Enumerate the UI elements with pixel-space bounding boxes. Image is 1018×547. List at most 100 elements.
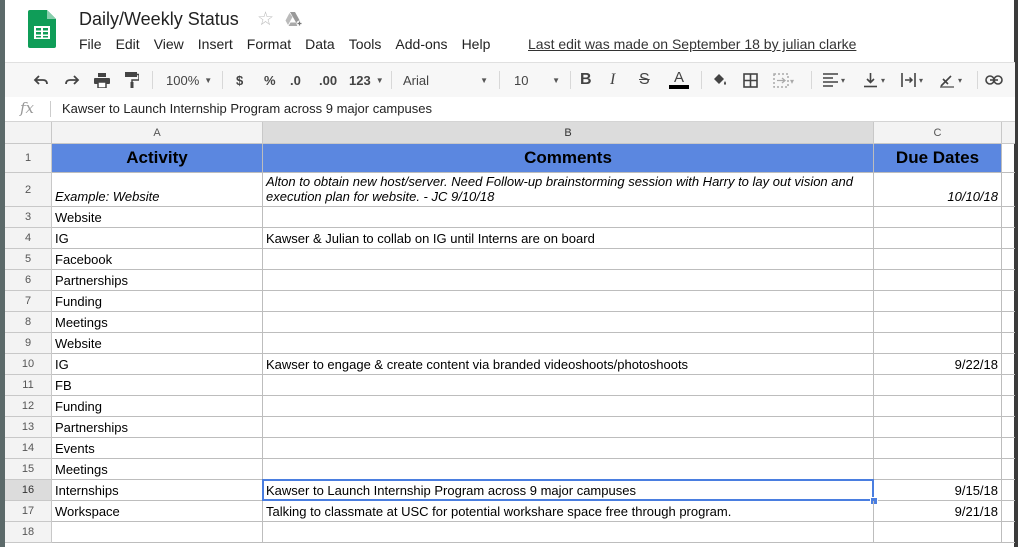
cell-b[interactable]: Kawser to engage & create content via br… (263, 354, 874, 375)
cell-c[interactable] (874, 522, 1002, 543)
cell-d[interactable] (1002, 291, 1015, 312)
cell-b[interactable] (263, 291, 874, 312)
menu-edit[interactable]: Edit (116, 36, 140, 54)
font-select[interactable]: Arial ▼ (403, 70, 488, 90)
cell-a[interactable]: Meetings (52, 312, 263, 333)
cell-c[interactable] (874, 417, 1002, 438)
cell-c[interactable]: 10/10/18 (874, 173, 1002, 207)
italic-icon[interactable]: I (610, 70, 615, 90)
cell-a[interactable]: Website (52, 333, 263, 354)
menu-format[interactable]: Format (247, 36, 291, 54)
cell-c[interactable] (874, 438, 1002, 459)
menu-data[interactable]: Data (305, 36, 335, 54)
decrease-decimal-button[interactable]: .0 (290, 70, 301, 90)
paint-format-icon[interactable] (125, 70, 139, 90)
cell-d[interactable] (1002, 173, 1015, 207)
header-cell-a[interactable]: Activity (52, 144, 263, 173)
text-color-icon[interactable]: A (669, 70, 689, 90)
cell-d[interactable] (1002, 501, 1015, 522)
header-cell-b[interactable]: Comments (263, 144, 874, 173)
redo-icon[interactable] (64, 70, 80, 90)
star-icon[interactable]: ☆ (257, 8, 274, 31)
zoom-select[interactable]: 100% ▼ (166, 70, 212, 90)
cell-b[interactable]: Talking to classmate at USC for potentia… (263, 501, 874, 522)
more-formats-button[interactable]: 123 ▼ (349, 70, 384, 90)
column-header-c[interactable]: C (874, 122, 1002, 144)
cell-a[interactable]: Partnerships (52, 270, 263, 291)
print-icon[interactable] (94, 70, 110, 90)
cell-d[interactable] (1002, 207, 1015, 228)
vertical-align-icon[interactable]: ▾ (863, 70, 889, 90)
increase-decimal-button[interactable]: .00 (319, 70, 337, 90)
cell-d[interactable] (1002, 522, 1015, 543)
row-header[interactable]: 6 (5, 270, 52, 291)
row-header[interactable]: 10 (5, 354, 52, 375)
cell-d[interactable] (1002, 438, 1015, 459)
cell-d[interactable] (1002, 249, 1015, 270)
cell-d[interactable] (1002, 312, 1015, 333)
row-header[interactable]: 2 (5, 173, 52, 207)
cell-b[interactable] (263, 249, 874, 270)
formula-input[interactable]: Kawser to Launch Internship Program acro… (62, 101, 432, 116)
currency-button[interactable]: $ (236, 70, 243, 90)
cell-a[interactable]: FB (52, 375, 263, 396)
strikethrough-icon[interactable]: S (639, 70, 650, 90)
cell-b[interactable] (263, 417, 874, 438)
cell-c[interactable] (874, 396, 1002, 417)
cell-c[interactable] (874, 249, 1002, 270)
column-header-b[interactable]: B (263, 122, 874, 144)
cell-a[interactable] (52, 522, 263, 543)
row-header[interactable]: 15 (5, 459, 52, 480)
percent-button[interactable]: % (264, 70, 276, 90)
cell-d[interactable] (1002, 333, 1015, 354)
cell-c[interactable]: 9/21/18 (874, 501, 1002, 522)
menu-tools[interactable]: Tools (349, 36, 382, 54)
cell-c[interactable] (874, 291, 1002, 312)
cell-d[interactable] (1002, 480, 1015, 501)
row-header[interactable]: 12 (5, 396, 52, 417)
cell-c[interactable] (874, 270, 1002, 291)
cell-d[interactable] (1002, 417, 1015, 438)
cell-a[interactable]: Funding (52, 291, 263, 312)
row-header[interactable]: 9 (5, 333, 52, 354)
horizontal-align-icon[interactable]: ▾ (823, 70, 849, 90)
text-wrap-icon[interactable]: ▾ (901, 70, 927, 90)
cell-a[interactable]: IG (52, 354, 263, 375)
text-rotation-icon[interactable]: ▾ (939, 70, 967, 90)
cell-b[interactable] (263, 375, 874, 396)
cell-d[interactable] (1002, 270, 1015, 291)
row-header[interactable]: 8 (5, 312, 52, 333)
cell-a[interactable]: Meetings (52, 459, 263, 480)
cell-d[interactable] (1002, 396, 1015, 417)
menu-help[interactable]: Help (462, 36, 491, 54)
cell-b[interactable] (263, 438, 874, 459)
cell-b[interactable] (263, 522, 874, 543)
cell-a[interactable]: Internships (52, 480, 263, 501)
cell-c[interactable] (874, 228, 1002, 249)
cell-a[interactable]: Partnerships (52, 417, 263, 438)
cell-b[interactable]: Kawser & Julian to collab on IG until In… (263, 228, 874, 249)
column-header-a[interactable]: A (52, 122, 263, 144)
row-header[interactable]: 17 (5, 501, 52, 522)
move-to-folder-icon[interactable] (285, 11, 303, 27)
undo-icon[interactable] (33, 70, 49, 90)
header-cell-c[interactable]: Due Dates (874, 144, 1002, 173)
cell-b[interactable]: Kawser to Launch Internship Program acro… (263, 480, 874, 501)
document-title[interactable]: Daily/Weekly Status (79, 9, 239, 30)
row-header[interactable]: 18 (5, 522, 52, 543)
menu-view[interactable]: View (154, 36, 184, 54)
row-header[interactable]: 14 (5, 438, 52, 459)
column-header-next[interactable] (1002, 122, 1015, 144)
cell-c[interactable] (874, 375, 1002, 396)
cell-c[interactable] (874, 459, 1002, 480)
cell-b[interactable] (263, 270, 874, 291)
cell-a[interactable]: Website (52, 207, 263, 228)
select-all-corner[interactable] (5, 122, 52, 144)
row-header[interactable]: 16 (5, 480, 52, 501)
cell-b[interactable] (263, 312, 874, 333)
row-header[interactable]: 4 (5, 228, 52, 249)
cell-a[interactable]: Funding (52, 396, 263, 417)
insert-link-icon[interactable] (985, 70, 1003, 90)
cell-b[interactable] (263, 396, 874, 417)
cell-c[interactable]: 9/22/18 (874, 354, 1002, 375)
